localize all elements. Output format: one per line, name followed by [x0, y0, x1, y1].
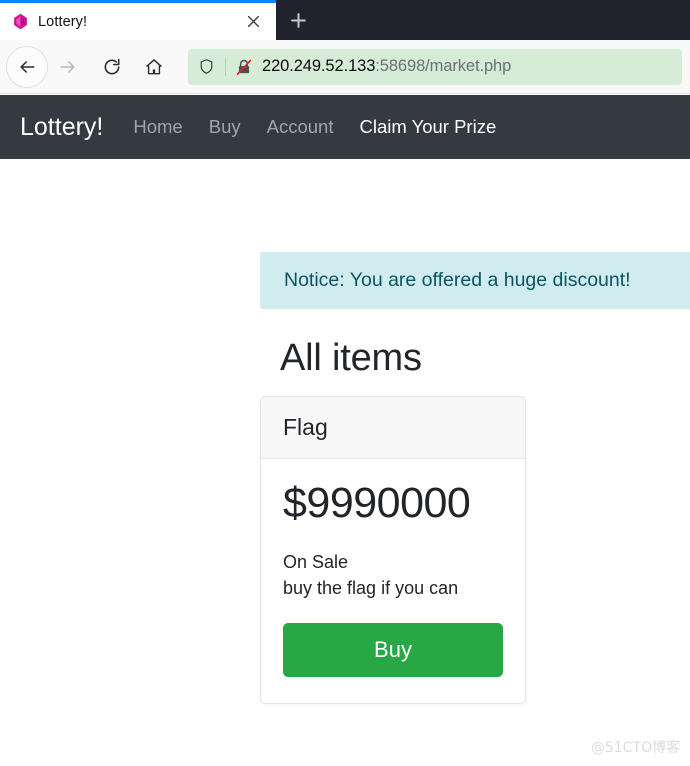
item-card-header: Flag: [261, 397, 525, 459]
urlbar-divider: [225, 57, 226, 76]
url-port-path: :58698/market.php: [375, 57, 512, 75]
nav-item-buy[interactable]: Buy: [209, 116, 241, 138]
tab-title: Lottery!: [38, 13, 88, 30]
browser-toolbar: 220.249.52.133:58698/market.php: [0, 40, 690, 94]
back-arrow-icon[interactable]: [6, 45, 48, 88]
nav-item-home[interactable]: Home: [133, 116, 182, 138]
lock-crossed-out-icon[interactable]: [235, 58, 253, 76]
reload-icon[interactable]: [92, 47, 132, 87]
site-navbar: Lottery! Home Buy Account Claim Your Pri…: [0, 95, 690, 159]
nav-item-account[interactable]: Account: [267, 116, 334, 138]
buy-button[interactable]: Buy: [283, 623, 503, 677]
shield-icon: [198, 58, 215, 75]
new-tab-button[interactable]: [276, 0, 320, 40]
close-icon[interactable]: [240, 9, 266, 35]
page-content: Notice: You are offered a huge discount!…: [0, 159, 690, 704]
browser-tab-lottery[interactable]: Lottery!: [0, 0, 276, 40]
nav-item-claim-your-prize[interactable]: Claim Your Prize: [359, 116, 496, 138]
site-brand[interactable]: Lottery!: [20, 113, 103, 142]
site-nav-links: Home Buy Account Claim Your Prize: [133, 116, 496, 138]
gem-icon: [12, 13, 29, 30]
page-viewport: Lottery! Home Buy Account Claim Your Pri…: [0, 95, 690, 766]
tab-strip: Lottery!: [0, 0, 690, 40]
url-text: 220.249.52.133:58698/market.php: [262, 57, 511, 76]
item-description: buy the flag if you can: [283, 578, 459, 598]
browser-window: Lottery! 220.249.52.133:58698/market.php…: [0, 0, 690, 766]
item-card-flag: Flag $9990000 On Sale buy the flag if yo…: [260, 396, 526, 704]
url-host: 220.249.52.133: [262, 57, 376, 75]
page-title: All items: [280, 337, 422, 379]
home-icon[interactable]: [134, 47, 174, 87]
watermark: @51CTO博客: [590, 740, 680, 756]
item-card-body: $9990000 On Sale buy the flag if you can…: [261, 459, 525, 703]
notice-alert: Notice: You are offered a huge discount!: [260, 252, 690, 309]
item-price: $9990000: [283, 479, 471, 527]
forward-arrow-icon: [48, 47, 88, 87]
address-bar[interactable]: 220.249.52.133:58698/market.php: [188, 48, 682, 85]
item-status: On Sale: [283, 552, 349, 572]
